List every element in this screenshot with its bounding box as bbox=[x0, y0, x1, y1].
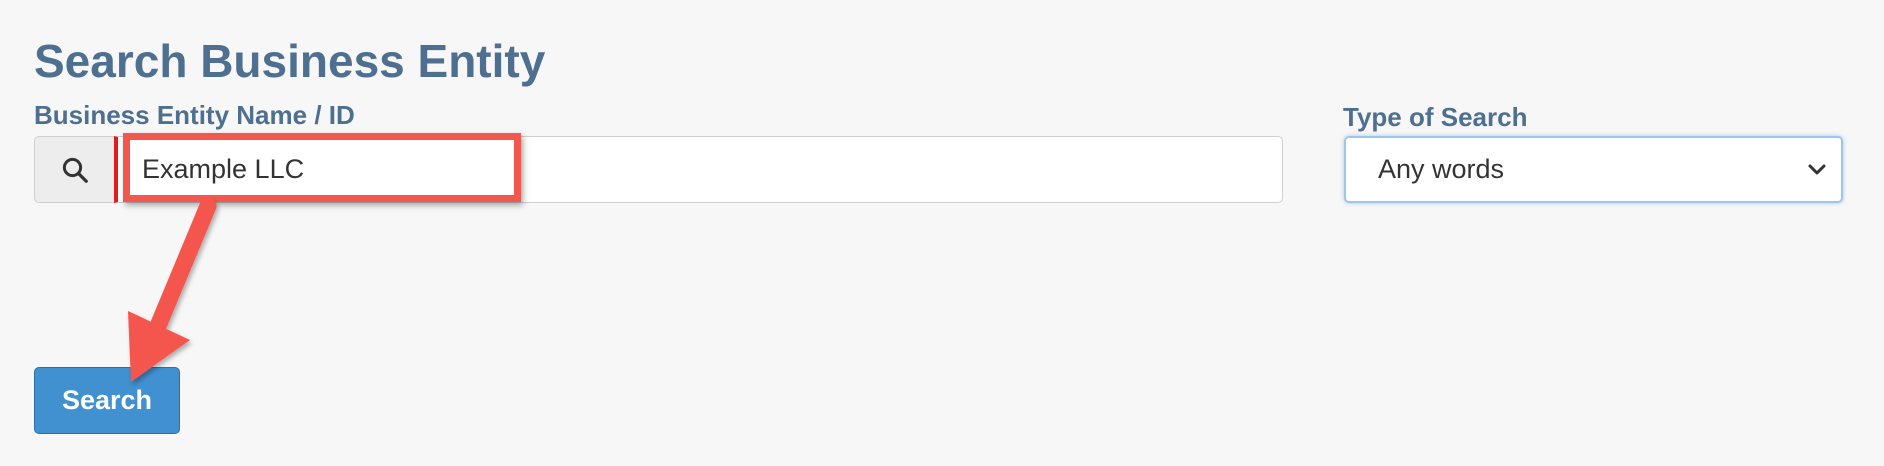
page-title: Search Business Entity bbox=[34, 35, 546, 87]
search-business-entity-page: Search Business Entity Business Entity N… bbox=[0, 0, 1884, 466]
search-button[interactable]: Search bbox=[34, 367, 180, 434]
type-of-search-select[interactable]: Any words bbox=[1344, 136, 1843, 203]
business-entity-name-group bbox=[34, 136, 1283, 203]
search-addon bbox=[34, 136, 114, 203]
type-of-search-selected-value: Any words bbox=[1378, 154, 1505, 184]
chevron-down-icon bbox=[1808, 164, 1826, 175]
search-icon bbox=[62, 157, 88, 183]
business-entity-name-input[interactable] bbox=[114, 136, 1283, 203]
business-entity-name-label: Business Entity Name / ID bbox=[34, 100, 355, 130]
type-of-search-label: Type of Search bbox=[1343, 102, 1528, 132]
